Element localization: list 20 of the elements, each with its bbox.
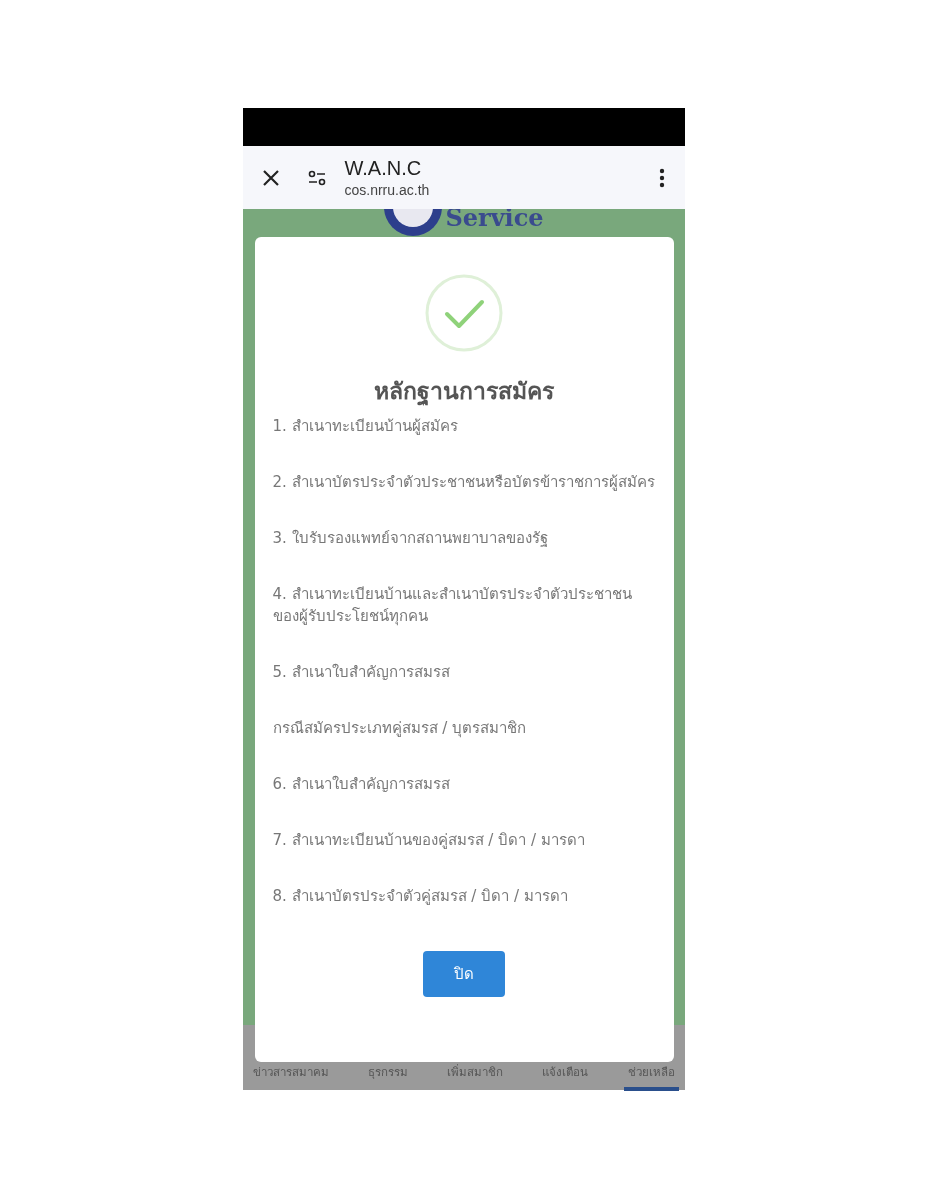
emblem-icon [383,209,444,237]
success-check-icon [424,273,504,353]
document-item: 5. สำเนาใบสำคัญการสมรส [272,662,451,683]
nav-tab[interactable]: ธุรกรรม [363,1063,412,1081]
page-url: cos.nrru.ac.th [344,182,431,198]
nav-tab[interactable]: เพิ่มสมาชิก [443,1063,507,1081]
document-item: กรณีสมัครประเภทคู่สมรส / บุตรสมาชิก [272,718,528,739]
document-item: 2. สำเนาบัตรประจำตัวประชาชนหรือบัตรข้าราชการผู้สมัคร [272,472,656,493]
close-button[interactable]: ปิด [423,951,505,997]
document-item: 3. ใบรับรองแพทย์จากสถานพยาบาลของรัฐ [272,528,549,549]
document-item: 6. สำเนาใบสำคัญการสมรส [272,774,451,795]
nav-tab[interactable]: แจ้งเตือน [538,1063,593,1081]
nav-tab[interactable]: ข่าวสารสมาคม [248,1063,333,1081]
document-item: 1. สำเนาทะเบียนบ้านผู้สมัคร [272,416,459,437]
nav-tab[interactable]: ช่วยเหลือ [623,1063,679,1091]
page-title: W.A.N.C [344,157,423,180]
document-item: 7. สำเนาทะเบียนบ้านของคู่สมรส / บิดา / มารดา [272,830,586,851]
document-item: 4. สำเนาทะเบียนบ้านและสำเนาบัตรประจำตัวประชาชนของผู้รับประโยชน์ทุกคน [272,584,633,627]
dialog-title: หลักฐานการสมัคร [374,377,554,408]
document-item: 8. สำเนาบัตรประจำตัวคู่สมรส / บิดา / มารดา [272,886,569,907]
